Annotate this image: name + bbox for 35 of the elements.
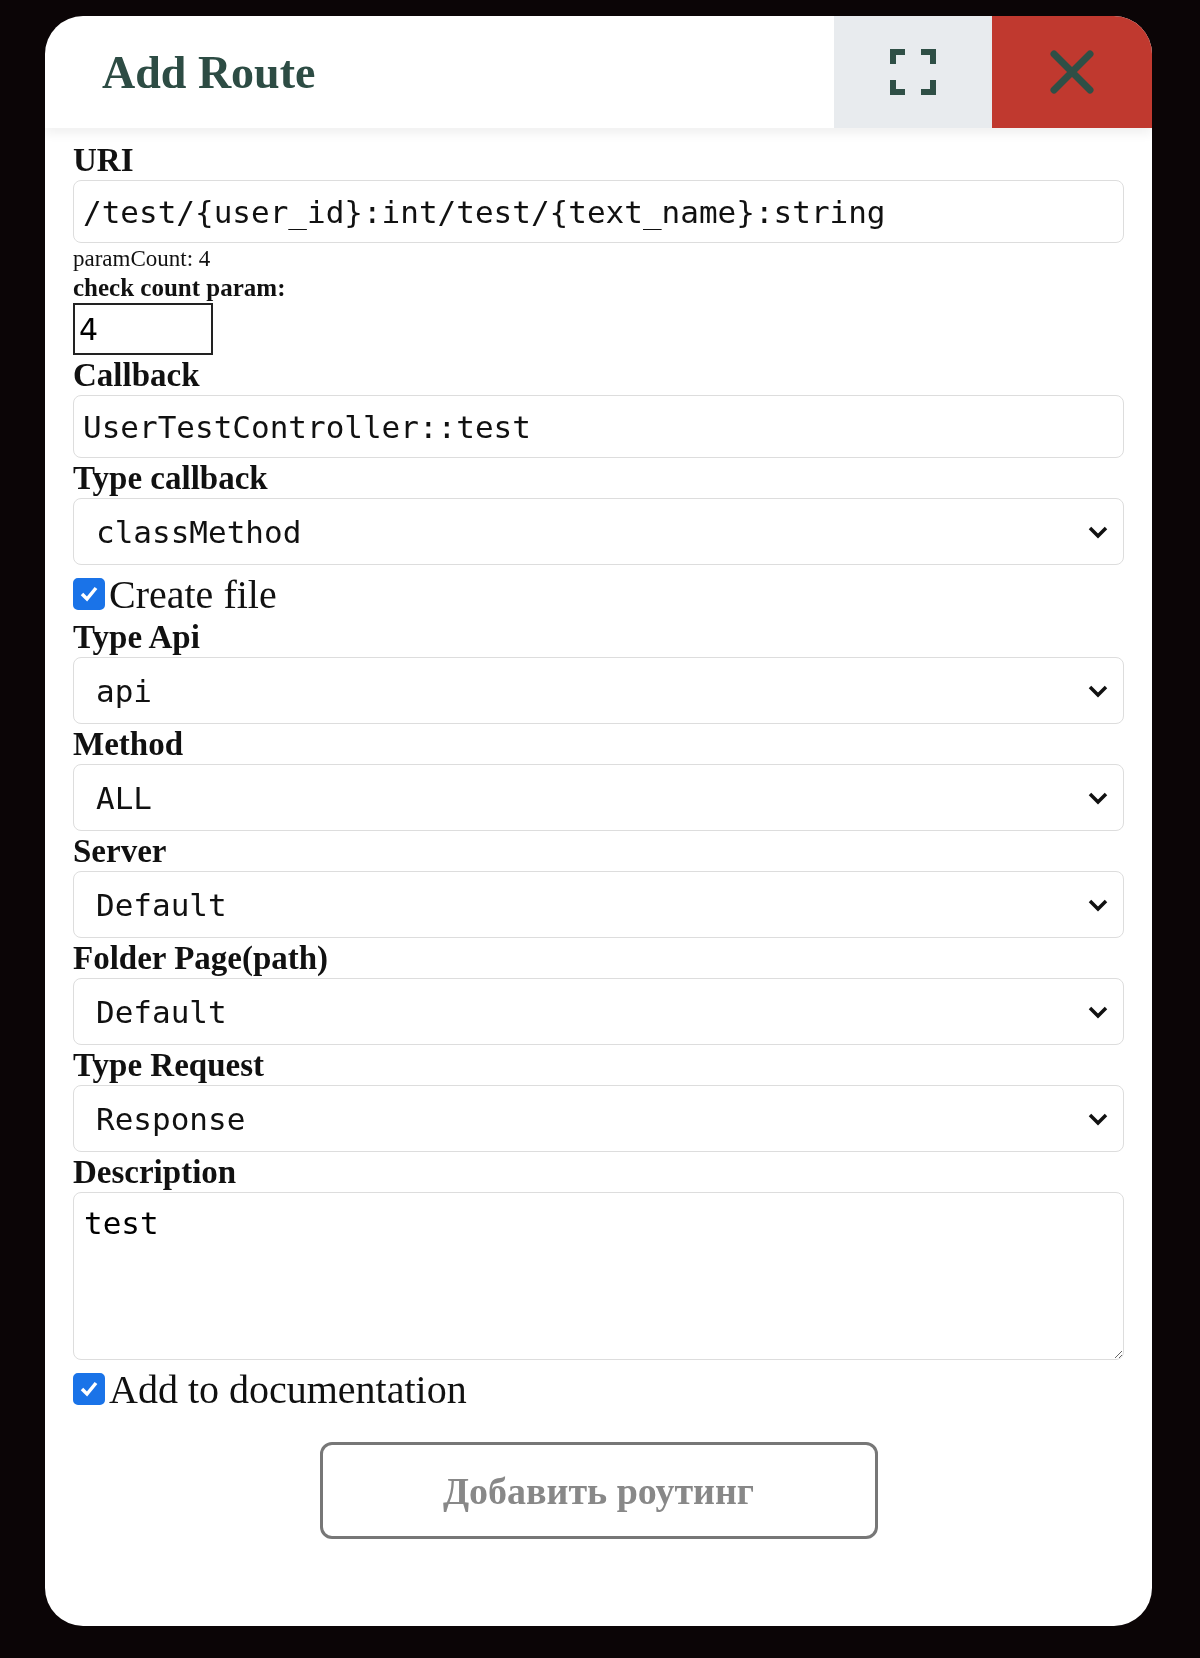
chevron-down-icon [1087, 683, 1109, 698]
dialog-title: Add Route [101, 45, 317, 100]
checkbox[interactable] [73, 578, 105, 610]
chevron-down-icon [1087, 524, 1109, 539]
chevron-down-icon [1087, 790, 1109, 805]
text-field[interactable]: UserTestController::test [73, 395, 1124, 458]
dropdown[interactable]: Response [73, 1085, 1124, 1152]
close-icon [1049, 49, 1095, 95]
checkbox-label: Create file [109, 570, 277, 618]
dropdown[interactable]: api [73, 657, 1124, 724]
checkbox-label: Add to documentation [109, 1365, 467, 1413]
fullscreen-button[interactable] [834, 16, 992, 128]
field-label: Type callback [73, 459, 269, 498]
field-label: Type Request [73, 1046, 265, 1085]
field-label: Description [73, 1153, 238, 1192]
field-label: Type Api [73, 618, 201, 657]
dropdown[interactable]: Default [73, 978, 1124, 1045]
field-label: Callback [73, 356, 201, 395]
field-label: Folder Page(path) [73, 939, 330, 978]
chevron-down-icon [1087, 1111, 1109, 1126]
checkbox[interactable] [73, 1373, 105, 1405]
param-count-text: paramCount: 4 [73, 245, 212, 273]
dropdown[interactable]: classMethod [73, 498, 1124, 565]
description-field[interactable]: test [73, 1192, 1124, 1360]
text-field[interactable]: /test/{user_id}:int/test/{text_name}:string [73, 180, 1124, 243]
number-field[interactable]: 4 [73, 303, 213, 355]
chevron-down-icon [1087, 897, 1109, 912]
field-label: URI [73, 141, 135, 180]
field-label: check count param: [73, 273, 287, 303]
dropdown[interactable]: Default [73, 871, 1124, 938]
field-label: Server [73, 832, 168, 871]
chevron-down-icon [1087, 1004, 1109, 1019]
field-label: Method [73, 725, 184, 764]
fullscreen-icon [890, 49, 936, 95]
dropdown[interactable]: ALL [73, 764, 1124, 831]
